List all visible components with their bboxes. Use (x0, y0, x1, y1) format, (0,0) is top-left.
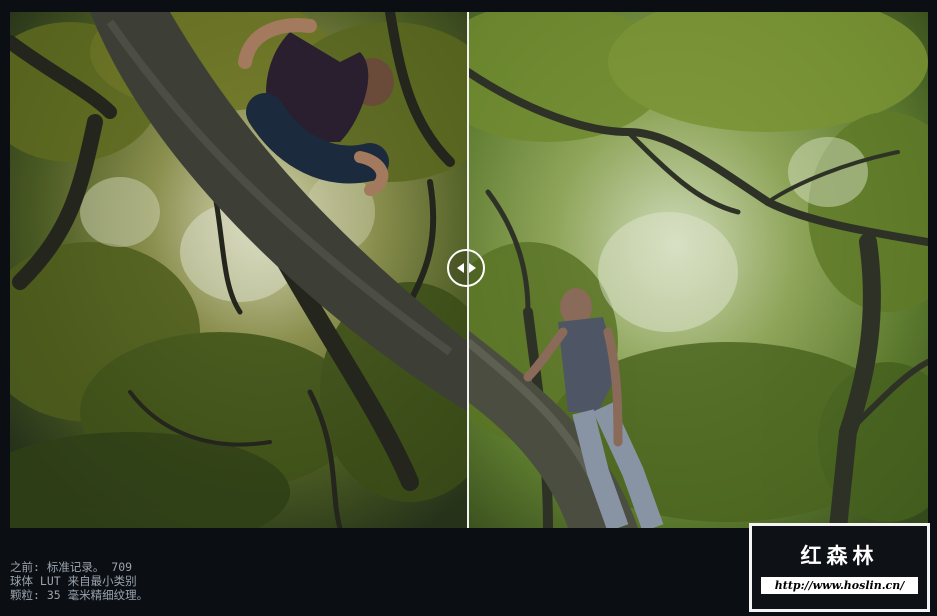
compare-slider-handle-icon[interactable] (447, 249, 485, 287)
caption-line-1: 之前: 标准记录。 709 (10, 560, 133, 574)
image-caption: 之前: 标准记录。 709 球体 LUT 来自最小类别 颗粒: 35 毫米精细纹… (10, 560, 148, 602)
watermark-title: 红森林 (800, 544, 879, 568)
watermark-logo: 红森林 http://www.hoslin.cn/ (749, 523, 930, 612)
arrow-right-icon (468, 263, 476, 273)
watermark-url: http://www.hoslin.cn/ (761, 577, 918, 594)
before-after-comparison-viewer[interactable] (10, 12, 928, 528)
before-image (10, 12, 468, 528)
after-photo (468, 12, 928, 528)
caption-line-3: 颗粒: 35 毫米精细纹理。 (10, 588, 149, 602)
before-photo (10, 12, 468, 528)
arrow-left-icon (456, 263, 464, 273)
after-image (468, 12, 928, 528)
watermark-panel: 红森林 http://www.hoslin.cn/ (752, 526, 927, 609)
caption-line-2: 球体 LUT 来自最小类别 (10, 574, 137, 588)
